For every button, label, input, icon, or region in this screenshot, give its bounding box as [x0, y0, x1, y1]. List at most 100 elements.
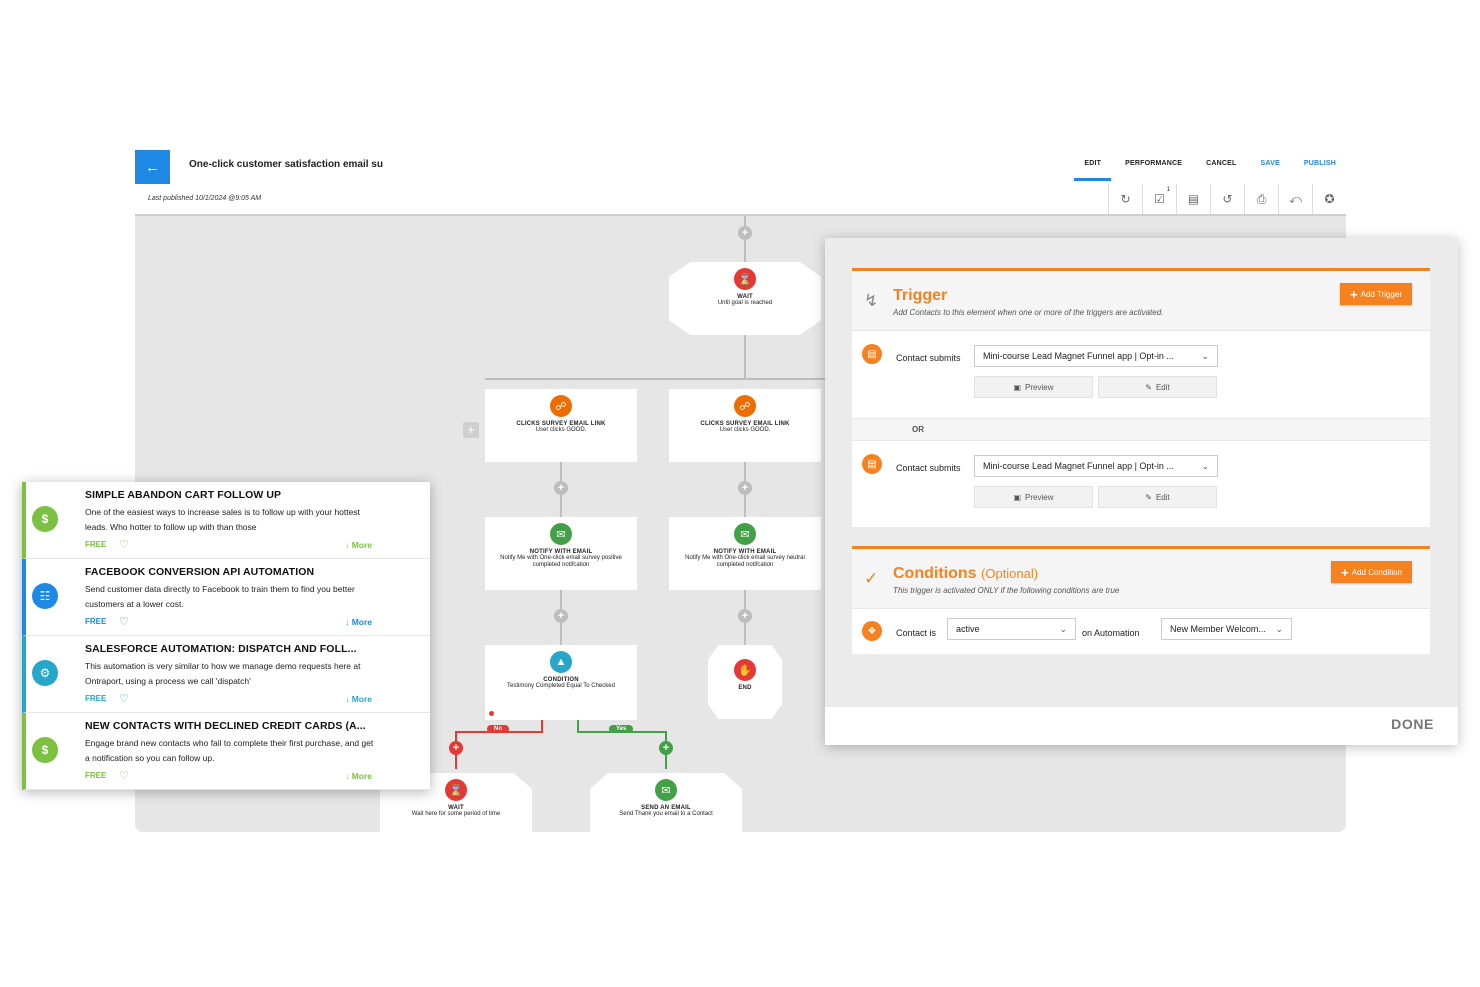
history-icon[interactable]: ↺ — [1210, 184, 1244, 214]
node-desc: Notify Me with One-click email survey ne… — [685, 555, 805, 568]
status-select[interactable]: active ⌄ — [947, 618, 1076, 640]
condition-node[interactable]: ▲ CONDITION Testimony Completed Equal To… — [485, 645, 637, 720]
hourglass-icon: ⌛ — [734, 268, 756, 290]
heart-icon[interactable]: ♡ — [119, 538, 129, 551]
add-condition-button[interactable]: + Add Condition — [1331, 561, 1412, 583]
wait-node[interactable]: ⌛ WAIT Until goal is reached — [669, 262, 821, 335]
clicks-link-node[interactable]: ☍ CLICKS SURVEY EMAIL LINK User clicks G… — [485, 389, 637, 462]
recipe-price: FREE — [85, 694, 107, 703]
connector-line — [744, 216, 746, 264]
back-button[interactable]: ← — [135, 150, 170, 184]
recipe-item[interactable]: ☷ FACEBOOK CONVERSION API AUTOMATION Send … — [22, 559, 430, 636]
notes-icon[interactable]: ▤ — [1176, 184, 1210, 214]
edit-button[interactable]: ✎ Edit — [1098, 376, 1217, 398]
notify-email-node[interactable]: ✉ NOTIFY WITH EMAIL Notify Me with One-c… — [669, 517, 821, 590]
publish-button[interactable]: PUBLISH — [1304, 160, 1336, 181]
last-published: Last published 10/1/2024 @9:05 AM — [148, 195, 262, 202]
preview-button[interactable]: ▣ Preview — [974, 486, 1093, 508]
recipe-item[interactable]: ⚙ SALESFORCE AUTOMATION: DISPATCH AND FOL… — [22, 636, 430, 713]
heart-icon[interactable]: ♡ — [119, 615, 129, 628]
edit-button[interactable]: ✎ Edit — [1098, 486, 1217, 508]
heart-icon[interactable]: ♡ — [119, 769, 129, 782]
clicks-link-node[interactable]: ☍ CLICKS SURVEY EMAIL LINK User clicks G… — [669, 389, 821, 462]
add-branch-button[interactable]: + — [463, 422, 479, 438]
more-link[interactable]: ↓ More — [345, 540, 372, 550]
condition-row: ❖ Contact is active ⌄ on Automation New M… — [852, 609, 1430, 654]
or-separator: OR — [852, 419, 1430, 441]
automation-select[interactable]: New Member Welcom... ⌄ — [1161, 618, 1292, 640]
send-email-node[interactable]: ✉ SEND AN EMAIL Send Thank you email to … — [590, 773, 742, 832]
add-step-button[interactable]: + — [554, 481, 568, 495]
more-link[interactable]: ↓ More — [345, 771, 372, 781]
node-desc: Until goal is reached — [717, 300, 773, 306]
conditions-title: Conditions (Optional) — [893, 565, 1038, 583]
recipe-title: NEW CONTACTS WITH DECLINED CREDIT CARDS … — [85, 720, 366, 732]
add-trigger-button[interactable]: + Add Trigger — [1340, 283, 1412, 305]
chevron-down-icon: ⌄ — [1201, 460, 1209, 471]
top-nav: EDIT PERFORMANCE CANCEL SAVE PUBLISH — [1074, 160, 1336, 181]
print-icon[interactable]: ⎙ — [1244, 184, 1278, 214]
preview-icon: ▣ — [1013, 382, 1022, 392]
conditions-subtitle: This trigger is activated ONLY if the fo… — [893, 586, 1120, 595]
trigger-label: Contact submits — [896, 353, 961, 363]
add-step-button[interactable]: + — [449, 741, 463, 755]
save-button[interactable]: SAVE — [1261, 160, 1280, 181]
more-label: More — [351, 540, 372, 550]
refresh-icon[interactable]: ↻ — [1108, 184, 1142, 214]
end-node[interactable]: ✋ END — [708, 645, 782, 719]
dollar-truck-icon: $ — [32, 506, 58, 532]
gears-icon: ⚙ — [32, 660, 58, 686]
recipe-price: FREE — [85, 540, 107, 549]
more-link[interactable]: ↓ More — [345, 617, 372, 627]
preview-button[interactable]: ▣ Preview — [974, 376, 1093, 398]
arrow-down-icon: ↓ — [345, 540, 350, 550]
tab-edit[interactable]: EDIT — [1074, 160, 1111, 181]
cancel-button[interactable]: CANCEL — [1206, 160, 1236, 181]
arrow-down-icon: ↓ — [345, 694, 350, 704]
automation-title[interactable]: One-click customer satisfaction email su — [189, 159, 383, 170]
automation-select-value: New Member Welcom... — [1170, 624, 1266, 634]
add-step-button[interactable]: + — [738, 226, 752, 240]
recipe-desc: This automation is very similar to how w… — [85, 661, 361, 686]
node-desc: Testimony Completed Equal To Checked — [507, 683, 615, 689]
more-label: More — [351, 617, 372, 627]
recipe-title: SALESFORCE AUTOMATION: DISPATCH AND FOLL… — [85, 643, 357, 655]
recipe-title: SIMPLE ABANDON CART FOLLOW UP — [85, 489, 282, 501]
conditions-optional: (Optional) — [981, 566, 1039, 581]
more-link[interactable]: ↓ More — [345, 694, 372, 704]
trigger-label: Contact submits — [896, 463, 961, 473]
recipe-title: FACEBOOK CONVERSION API AUTOMATION — [85, 566, 315, 578]
node-desc: User clicks GOOD. — [719, 427, 771, 433]
tasks-badge: 1 — [1166, 187, 1170, 193]
no-branch-label: No — [487, 725, 509, 733]
form-icon: ▤ — [862, 454, 882, 474]
tasks-icon[interactable]: ☑ 1 — [1142, 184, 1176, 214]
add-step-button[interactable]: + — [738, 609, 752, 623]
form-select[interactable]: Mini-course Lead Magnet Funnel app | Opt… — [974, 455, 1218, 477]
status-select-value: active — [956, 624, 980, 634]
recipe-item[interactable]: $ SIMPLE ABANDON CART FOLLOW UP One of the… — [22, 482, 430, 559]
form-icon: ▤ — [862, 344, 882, 364]
plus-icon: + — [1350, 286, 1358, 302]
lightning-icon: ↯ — [864, 291, 879, 310]
heart-icon[interactable]: ♡ — [119, 692, 129, 705]
add-step-button[interactable]: + — [554, 609, 568, 623]
pin-icon[interactable]: ✪ — [1312, 184, 1346, 214]
branch-icon: ▲ — [550, 651, 572, 673]
on-automation-label: on Automation — [1082, 628, 1140, 638]
add-step-button[interactable]: + — [659, 741, 673, 755]
yes-branch-label: Yes — [609, 725, 634, 733]
add-step-button[interactable]: + — [738, 481, 752, 495]
tab-performance[interactable]: PERFORMANCE — [1125, 160, 1182, 181]
link-click-icon: ☍ — [734, 395, 756, 417]
share-icon[interactable]: ⤺ — [1278, 184, 1312, 214]
recipe-item[interactable]: $ NEW CONTACTS WITH DECLINED CREDIT CARDS… — [22, 713, 430, 790]
done-button[interactable]: DONE — [1391, 716, 1434, 732]
org-chart-icon: ☷ — [32, 583, 58, 609]
preview-icon: ▣ — [1013, 492, 1022, 502]
recipe-list: $ SIMPLE ABANDON CART FOLLOW UP One of the… — [22, 482, 430, 790]
notify-email-node[interactable]: ✉ NOTIFY WITH EMAIL Notify Me with One-c… — [485, 517, 637, 590]
form-select[interactable]: Mini-course Lead Magnet Funnel app | Opt… — [974, 345, 1218, 367]
preview-label: Preview — [1025, 382, 1054, 392]
edit-label: Edit — [1155, 382, 1170, 392]
